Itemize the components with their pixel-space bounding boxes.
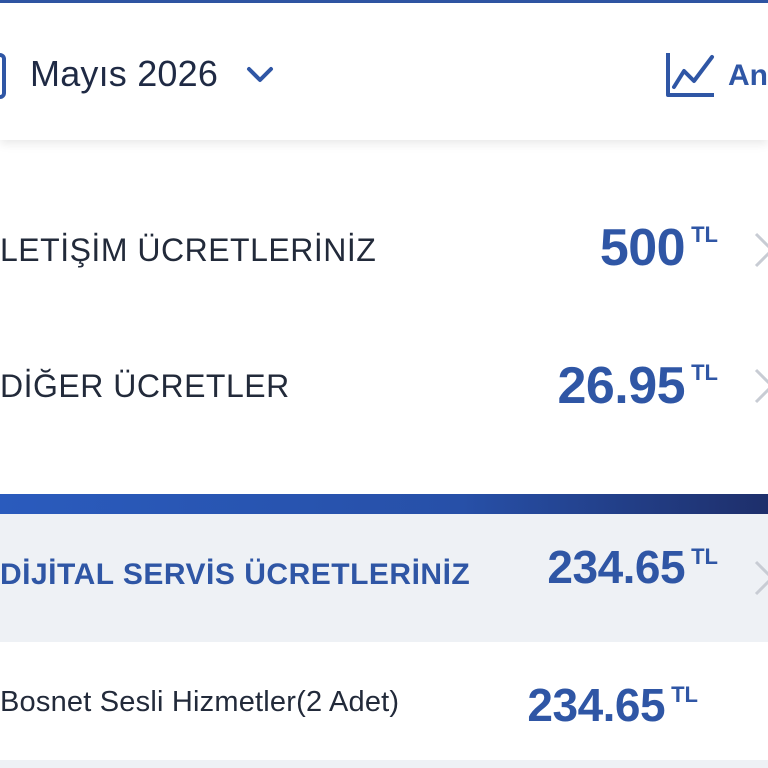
chevron-right-icon[interactable] [754, 368, 768, 404]
digital-services-label: DİJİTAL SERVİS ÜCRETLERİNİZ [0, 558, 471, 591]
charge-row-communication[interactable]: LETİŞİM ÜCRETLERİNİZ 500 TL [0, 190, 768, 310]
chevron-right-icon[interactable] [754, 560, 768, 596]
period-header: Mayıs 2026 An [0, 3, 768, 140]
service-item-label: Bosnet Sesli Hizmetler(2 Adet) [0, 686, 400, 718]
charge-label: LETİŞİM ÜCRETLERİNİZ [0, 232, 377, 268]
charge-amount: 500 TL [599, 219, 718, 277]
analysis-link[interactable]: An [728, 59, 768, 93]
charge-label: DİĞER ÜCRETLER [0, 368, 290, 404]
calendar-icon[interactable] [0, 53, 8, 99]
service-item-amount: 234.65 TL [527, 679, 698, 731]
chevron-right-icon[interactable] [754, 232, 768, 268]
month-selector[interactable]: Mayıs 2026 [30, 53, 218, 95]
charge-amount: 26.95 TL [557, 357, 718, 415]
digital-services-row[interactable]: DİJİTAL SERVİS ÜCRETLERİNİZ 234.65 TL [0, 514, 768, 642]
charge-row-other[interactable]: DİĞER ÜCRETLER 26.95 TL [0, 326, 768, 446]
digital-service-item: Bosnet Sesli Hizmetler(2 Adet) 234.65 TL [0, 642, 768, 760]
bottom-strip [0, 760, 768, 768]
chevron-down-icon[interactable] [246, 65, 274, 85]
analysis-chart-icon[interactable] [664, 51, 716, 99]
section-divider-bar [0, 494, 768, 514]
digital-services-amount: 234.65 TL [547, 541, 718, 593]
